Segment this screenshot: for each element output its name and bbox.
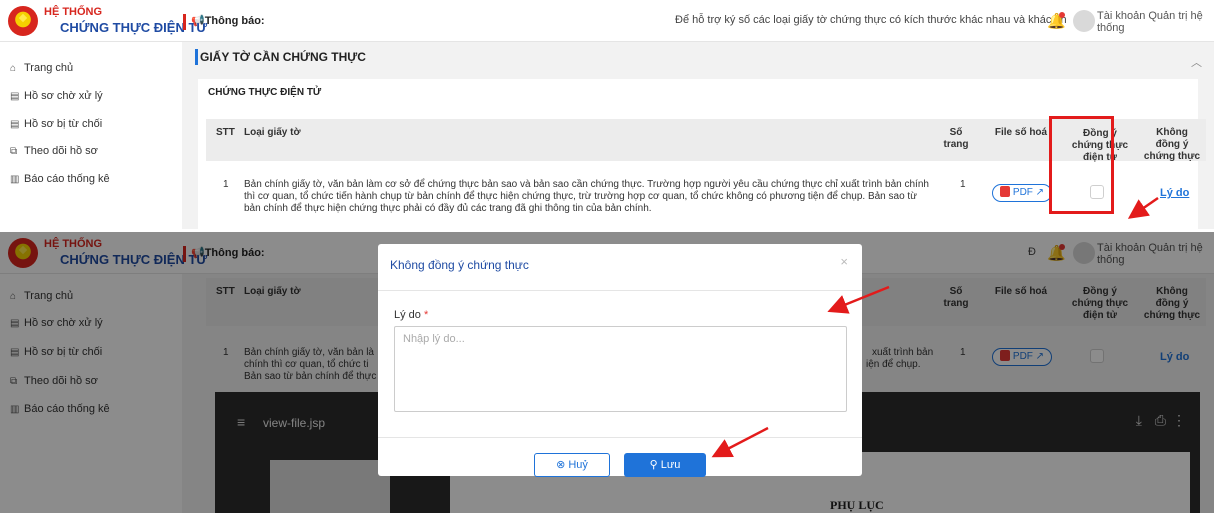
sidebar-item-rejected[interactable]: ▤ Hồ sơ bị từ chối bbox=[10, 118, 102, 130]
col-type: Loại giấy tờ bbox=[244, 127, 301, 138]
sidebar-item-track[interactable]: ⧉ Theo dõi hồ sơ bbox=[10, 145, 98, 157]
modal-title: Không đồng ý chứng thực bbox=[390, 258, 529, 272]
brand-line1: HỆ THỐNG bbox=[44, 6, 103, 18]
col-pages: Số trang bbox=[943, 127, 969, 150]
col-disagree: Không đồng ý chứng thực bbox=[1143, 127, 1201, 162]
account-name[interactable]: Tài khoản Quản trị hệ thống bbox=[1097, 10, 1212, 34]
chevron-up-icon[interactable]: ︿ bbox=[1191, 54, 1202, 70]
modal-divider bbox=[378, 290, 862, 291]
cancel-button[interactable]: ⊗ Huỷ bbox=[534, 453, 610, 477]
document-icon: ▤ bbox=[10, 119, 20, 130]
modal-divider bbox=[378, 437, 862, 438]
row-type: Bản chính giấy tờ, văn bản làm cơ sở để … bbox=[244, 179, 929, 214]
col-stt: STT bbox=[216, 127, 235, 138]
section-marker bbox=[195, 49, 198, 65]
section-title: GIẤY TỜ CẦN CHỨNG THỰC bbox=[200, 50, 366, 64]
sidebar-item-report[interactable]: ▥ Báo cáo thống kê bbox=[10, 173, 110, 185]
emblem-logo bbox=[8, 6, 38, 36]
notice-marquee: Để hỗ trợ ký số các loại giấy tờ chứng t… bbox=[675, 14, 1067, 26]
row-pages: 1 bbox=[960, 179, 966, 190]
divider bbox=[183, 14, 186, 30]
notice-label: 📢Thông báo: bbox=[191, 15, 265, 27]
reason-label: Lý do * bbox=[394, 309, 429, 321]
sidebar-item-pending[interactable]: ▤ Hồ sơ chờ xử lý bbox=[10, 90, 103, 102]
pdf-icon bbox=[999, 186, 1010, 197]
notification-dot bbox=[1059, 12, 1065, 18]
megaphone-icon: 📢 bbox=[191, 15, 205, 27]
save-button[interactable]: ⚲ Lưu bbox=[624, 453, 706, 477]
screenshot-top: HỆ THỐNG CHỨNG THỰC ĐIỆN TỬ 📢Thông báo: … bbox=[0, 0, 1214, 229]
reason-link[interactable]: Lý do bbox=[1160, 187, 1189, 199]
card-title: CHỨNG THỰC ĐIỆN TỬ bbox=[208, 87, 322, 98]
close-icon[interactable]: × bbox=[840, 254, 848, 269]
save-icon: ⚲ bbox=[649, 459, 658, 471]
row-stt: 1 bbox=[223, 179, 229, 190]
screenshot-bottom: HỆ THỐNG CHỨNG THỰC ĐIỆN TỬ 📢Thông báo: … bbox=[0, 232, 1214, 513]
document-icon: ▤ bbox=[10, 91, 20, 102]
sidebar: ⌂ Trang chủ ▤ Hồ sơ chờ xử lý ▤ Hồ sơ bị từ… bbox=[0, 42, 182, 229]
certification-card: CHỨNG THỰC ĐIỆN TỬ STT Loại giấy tờ Số t… bbox=[198, 79, 1206, 229]
chart-icon: ▥ bbox=[10, 174, 20, 185]
reason-textarea[interactable] bbox=[394, 326, 847, 412]
highlight-box bbox=[1049, 116, 1114, 214]
reject-modal: Không đồng ý chứng thực × Lý do * ⊗ Huỷ … bbox=[378, 244, 862, 477]
home-icon: ⌂ bbox=[10, 63, 17, 74]
avatar[interactable] bbox=[1073, 10, 1095, 32]
pdf-button[interactable]: PDF ↗ bbox=[992, 184, 1052, 202]
cancel-circle-icon: ⊗ bbox=[556, 459, 566, 471]
top-bar: HỆ THỐNG CHỨNG THỰC ĐIỆN TỬ 📢Thông báo: … bbox=[0, 0, 1214, 42]
track-icon: ⧉ bbox=[10, 146, 18, 157]
sidebar-item-home[interactable]: ⌂ Trang chủ bbox=[10, 62, 73, 74]
